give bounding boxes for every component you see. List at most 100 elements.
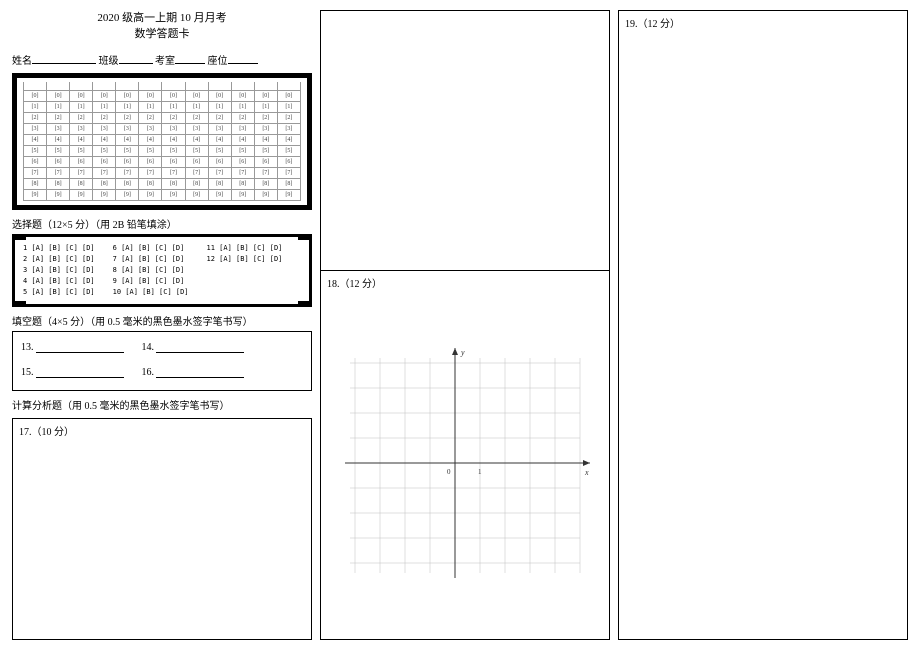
- omr-bubble[interactable]: [6]: [24, 156, 47, 167]
- mc-row[interactable]: 12 [A] [B] [C] [D]: [207, 254, 283, 265]
- omr-bubble[interactable]: [4]: [93, 134, 116, 145]
- omr-bubble[interactable]: [3]: [231, 123, 254, 134]
- omr-bubble[interactable]: [0]: [93, 90, 116, 101]
- omr-bubble[interactable]: [1]: [208, 101, 231, 112]
- omr-bubble[interactable]: [3]: [70, 123, 93, 134]
- omr-bubble[interactable]: [8]: [116, 178, 139, 189]
- omr-bubble[interactable]: [2]: [231, 112, 254, 123]
- omr-bubble[interactable]: [7]: [208, 167, 231, 178]
- omr-bubble[interactable]: [0]: [185, 90, 208, 101]
- omr-bubble[interactable]: [7]: [93, 167, 116, 178]
- omr-bubble[interactable]: [0]: [70, 90, 93, 101]
- omr-bubble[interactable]: [7]: [277, 167, 300, 178]
- omr-bubble[interactable]: [2]: [116, 112, 139, 123]
- omr-bubble[interactable]: [8]: [139, 178, 162, 189]
- mc-row[interactable]: 10 [A] [B] [C] [D]: [113, 287, 189, 298]
- omr-bubble[interactable]: [7]: [24, 167, 47, 178]
- omr-bubble[interactable]: [6]: [185, 156, 208, 167]
- omr-bubble[interactable]: [2]: [162, 112, 185, 123]
- omr-bubble[interactable]: [6]: [208, 156, 231, 167]
- omr-bubble[interactable]: [2]: [208, 112, 231, 123]
- omr-bubble[interactable]: [1]: [277, 101, 300, 112]
- omr-bubble[interactable]: [6]: [139, 156, 162, 167]
- mc-row[interactable]: 2 [A] [B] [C] [D]: [23, 254, 95, 265]
- omr-bubble[interactable]: [1]: [231, 101, 254, 112]
- omr-bubble[interactable]: [6]: [47, 156, 70, 167]
- omr-bubble[interactable]: [1]: [185, 101, 208, 112]
- omr-bubble[interactable]: [0]: [116, 90, 139, 101]
- omr-bubble[interactable]: [9]: [24, 189, 47, 200]
- mc-row[interactable]: 5 [A] [B] [C] [D]: [23, 287, 95, 298]
- omr-bubble[interactable]: [4]: [254, 134, 277, 145]
- omr-bubble[interactable]: [7]: [47, 167, 70, 178]
- omr-bubble[interactable]: [9]: [93, 189, 116, 200]
- omr-bubble[interactable]: [2]: [254, 112, 277, 123]
- omr-bubble[interactable]: [9]: [116, 189, 139, 200]
- omr-bubble[interactable]: [4]: [208, 134, 231, 145]
- omr-bubble[interactable]: [2]: [139, 112, 162, 123]
- omr-bubble[interactable]: [5]: [24, 145, 47, 156]
- omr-bubble[interactable]: [8]: [70, 178, 93, 189]
- omr-bubble[interactable]: [8]: [47, 178, 70, 189]
- omr-bubble[interactable]: [5]: [70, 145, 93, 156]
- omr-bubble[interactable]: [1]: [139, 101, 162, 112]
- omr-bubble[interactable]: [7]: [254, 167, 277, 178]
- omr-bubble[interactable]: [7]: [185, 167, 208, 178]
- omr-bubble[interactable]: [1]: [254, 101, 277, 112]
- mc-row[interactable]: 11 [A] [B] [C] [D]: [207, 243, 283, 254]
- mc-bubble-box[interactable]: 1 [A] [B] [C] [D]2 [A] [B] [C] [D]3 [A] …: [12, 234, 312, 307]
- omr-bubble[interactable]: [3]: [24, 123, 47, 134]
- omr-bubble[interactable]: [6]: [162, 156, 185, 167]
- omr-bubble[interactable]: [9]: [231, 189, 254, 200]
- omr-bubble[interactable]: [5]: [254, 145, 277, 156]
- omr-bubble[interactable]: [2]: [93, 112, 116, 123]
- omr-bubble[interactable]: [9]: [254, 189, 277, 200]
- omr-bubble[interactable]: [9]: [277, 189, 300, 200]
- mc-row[interactable]: 4 [A] [B] [C] [D]: [23, 276, 95, 287]
- omr-bubble[interactable]: [1]: [162, 101, 185, 112]
- omr-bubble[interactable]: [1]: [116, 101, 139, 112]
- omr-bubble[interactable]: [5]: [277, 145, 300, 156]
- omr-bubble[interactable]: [8]: [162, 178, 185, 189]
- omr-bubble[interactable]: [2]: [24, 112, 47, 123]
- omr-bubble[interactable]: [6]: [116, 156, 139, 167]
- omr-bubble[interactable]: [4]: [185, 134, 208, 145]
- omr-bubble[interactable]: [2]: [277, 112, 300, 123]
- fill-blank-14[interactable]: [156, 343, 244, 353]
- omr-bubble[interactable]: [6]: [277, 156, 300, 167]
- omr-bubble[interactable]: [4]: [231, 134, 254, 145]
- blank-name[interactable]: [32, 54, 96, 64]
- omr-bubble[interactable]: [7]: [162, 167, 185, 178]
- mc-row[interactable]: 8 [A] [B] [C] [D]: [113, 265, 189, 276]
- omr-bubble[interactable]: [0]: [139, 90, 162, 101]
- omr-bubble[interactable]: [5]: [208, 145, 231, 156]
- omr-bubble[interactable]: [0]: [162, 90, 185, 101]
- omr-bubble[interactable]: [0]: [254, 90, 277, 101]
- omr-bubble[interactable]: [3]: [162, 123, 185, 134]
- omr-bubble[interactable]: [6]: [93, 156, 116, 167]
- fill-blank-15[interactable]: [36, 368, 124, 378]
- omr-bubble[interactable]: [4]: [47, 134, 70, 145]
- omr-bubble[interactable]: [0]: [47, 90, 70, 101]
- omr-bubble[interactable]: [2]: [70, 112, 93, 123]
- blank-room[interactable]: [175, 54, 205, 64]
- omr-bubble[interactable]: [6]: [70, 156, 93, 167]
- omr-bubble[interactable]: [3]: [139, 123, 162, 134]
- q18-box[interactable]: 18.（12 分） x y 0 1: [321, 271, 609, 639]
- omr-bubble[interactable]: [0]: [231, 90, 254, 101]
- omr-bubble[interactable]: [4]: [24, 134, 47, 145]
- omr-bubble[interactable]: [1]: [70, 101, 93, 112]
- omr-bubble[interactable]: [6]: [231, 156, 254, 167]
- mc-row[interactable]: 3 [A] [B] [C] [D]: [23, 265, 95, 276]
- omr-bubble[interactable]: [4]: [70, 134, 93, 145]
- omr-bubble[interactable]: [8]: [24, 178, 47, 189]
- omr-bubble[interactable]: [5]: [231, 145, 254, 156]
- omr-bubble[interactable]: [0]: [277, 90, 300, 101]
- omr-bubble[interactable]: [8]: [231, 178, 254, 189]
- blank-class[interactable]: [119, 54, 153, 64]
- omr-bubble[interactable]: [5]: [93, 145, 116, 156]
- omr-bubble[interactable]: [5]: [162, 145, 185, 156]
- omr-bubble[interactable]: [8]: [277, 178, 300, 189]
- omr-bubble[interactable]: [8]: [208, 178, 231, 189]
- omr-bubble[interactable]: [5]: [47, 145, 70, 156]
